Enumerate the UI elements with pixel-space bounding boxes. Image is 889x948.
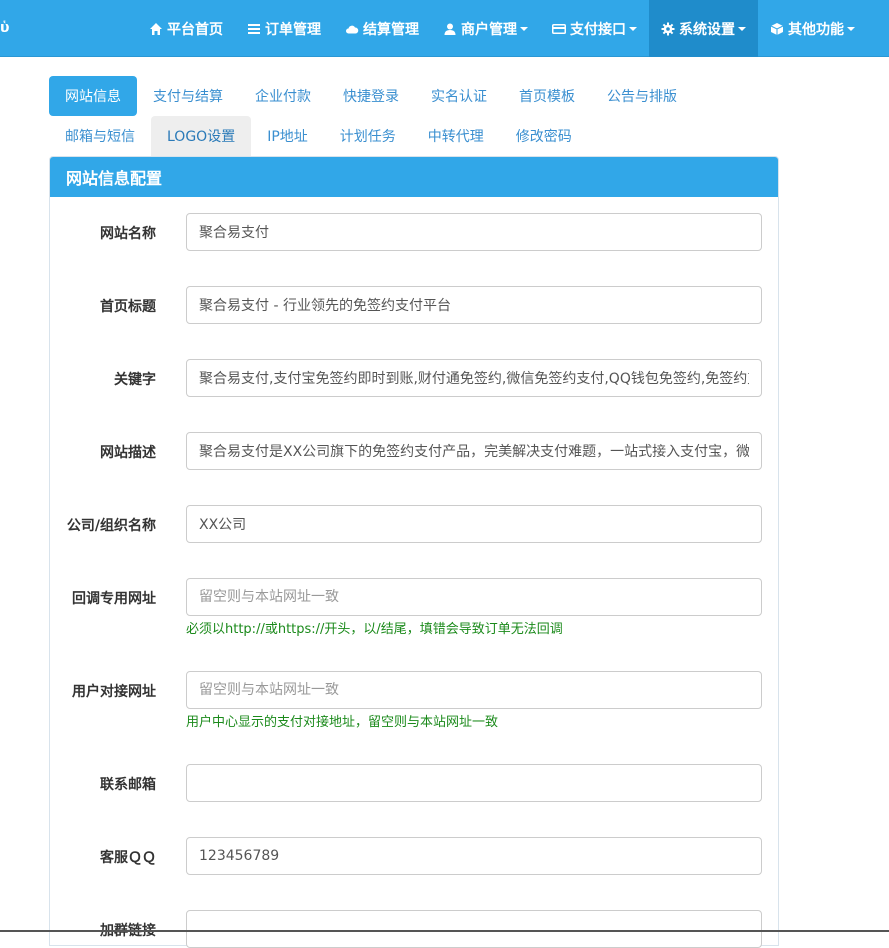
tab-row: 邮箱与短信 LOGO设置 IP地址 计划任务 中转代理 修改密码 <box>49 116 789 156</box>
group-link-input[interactable] <box>186 910 762 948</box>
nav-item-system-settings[interactable]: 系统设置 <box>649 0 758 57</box>
nav-item-label: 平台首页 <box>167 21 223 38</box>
qq-label: 客服ＱＱ <box>100 850 156 866</box>
callback-url-label: 回调专用网址 <box>72 591 156 607</box>
brand-fragment[interactable]: ὑ <box>0 20 9 36</box>
keywords-label: 关键字 <box>114 372 156 388</box>
nav-item-label: 结算管理 <box>363 21 419 38</box>
api-url-help: 用户中心显示的支付对接地址，留空则与本站网址一致 <box>186 715 499 730</box>
tab-change-password[interactable]: 修改密码 <box>500 116 588 156</box>
tab-scheduled-tasks[interactable]: 计划任务 <box>324 116 412 156</box>
nav-item-orders[interactable]: 订单管理 <box>235 0 333 57</box>
nav-menu: 平台首页 订单管理 结算管理 商户管理 支付接口 系统设置 其他功能 <box>137 0 867 57</box>
list-icon <box>248 23 260 34</box>
site-name-input[interactable] <box>186 213 762 251</box>
tab-logo-settings[interactable]: LOGO设置 <box>151 116 252 156</box>
tab-home-template[interactable]: 首页模板 <box>503 76 591 116</box>
chevron-down-icon <box>738 26 746 31</box>
nav-item-merchants[interactable]: 商户管理 <box>431 0 540 57</box>
nav-item-label: 订单管理 <box>265 21 321 38</box>
email-input[interactable] <box>186 764 762 802</box>
site-name-label: 网站名称 <box>100 226 156 242</box>
nav-item-label: 其他功能 <box>788 21 844 38</box>
tab-quick-login[interactable]: 快捷登录 <box>327 76 415 116</box>
keywords-input[interactable] <box>186 359 762 397</box>
api-url-input[interactable] <box>186 671 762 709</box>
tab-payment-settlement[interactable]: 支付与结算 <box>137 76 239 116</box>
company-input[interactable] <box>186 505 762 543</box>
nav-item-settlement[interactable]: 结算管理 <box>333 0 431 57</box>
tab-email-sms[interactable]: 邮箱与短信 <box>49 116 151 156</box>
tab-real-name-auth[interactable]: 实名认证 <box>415 76 503 116</box>
nav-item-payment-api[interactable]: 支付接口 <box>540 0 649 57</box>
nav-item-label: 商户管理 <box>461 21 517 38</box>
tab-enterprise-payment[interactable]: 企业付款 <box>239 76 327 116</box>
home-title-label: 首页标题 <box>100 299 156 315</box>
description-input[interactable] <box>186 432 762 470</box>
chevron-down-icon <box>629 26 637 31</box>
nav-item-other[interactable]: 其他功能 <box>758 0 867 57</box>
site-info-panel: 网站信息配置 网站名称 首页标题 关键字 网站描述 公司/组织名称 回调专用网址… <box>49 156 779 948</box>
tab-site-info[interactable]: 网站信息 <box>49 76 137 116</box>
panel-title: 网站信息配置 <box>50 157 778 197</box>
chevron-down-icon <box>847 26 855 31</box>
company-label: 公司/组织名称 <box>66 518 156 534</box>
qq-input[interactable] <box>186 837 762 875</box>
home-icon <box>150 22 162 35</box>
home-title-input[interactable] <box>186 286 762 324</box>
callback-url-input[interactable] <box>186 578 762 616</box>
credit-card-icon <box>552 23 566 34</box>
email-label: 联系邮箱 <box>100 777 156 793</box>
description-label: 网站描述 <box>100 445 156 461</box>
tab-notice-layout[interactable]: 公告与排版 <box>591 76 693 116</box>
nav-item-label: 系统设置 <box>679 21 735 38</box>
settings-tabs: 网站信息 支付与结算 企业付款 快捷登录 实名认证 首页模板 公告与排版 邮箱与… <box>49 76 789 156</box>
cloud-icon <box>346 25 359 33</box>
tab-row: 网站信息 支付与结算 企业付款 快捷登录 实名认证 首页模板 公告与排版 <box>49 76 789 116</box>
tab-proxy[interactable]: 中转代理 <box>412 116 500 156</box>
chevron-down-icon <box>520 26 528 31</box>
nav-item-label: 支付接口 <box>570 21 626 38</box>
nav-item-home[interactable]: 平台首页 <box>137 0 235 57</box>
api-url-label: 用户对接网址 <box>72 684 156 700</box>
gear-icon <box>661 22 675 35</box>
top-navbar: ὑ 平台首页 订单管理 结算管理 商户管理 支付接口 系统设置 其他功能 <box>0 0 889 57</box>
user-icon <box>444 23 456 35</box>
callback-url-help: 必须以http://或https://开头，以/结尾，填错会导致订单无法回调 <box>186 622 563 637</box>
cube-icon <box>770 22 784 35</box>
tab-ip-address[interactable]: IP地址 <box>251 116 324 156</box>
